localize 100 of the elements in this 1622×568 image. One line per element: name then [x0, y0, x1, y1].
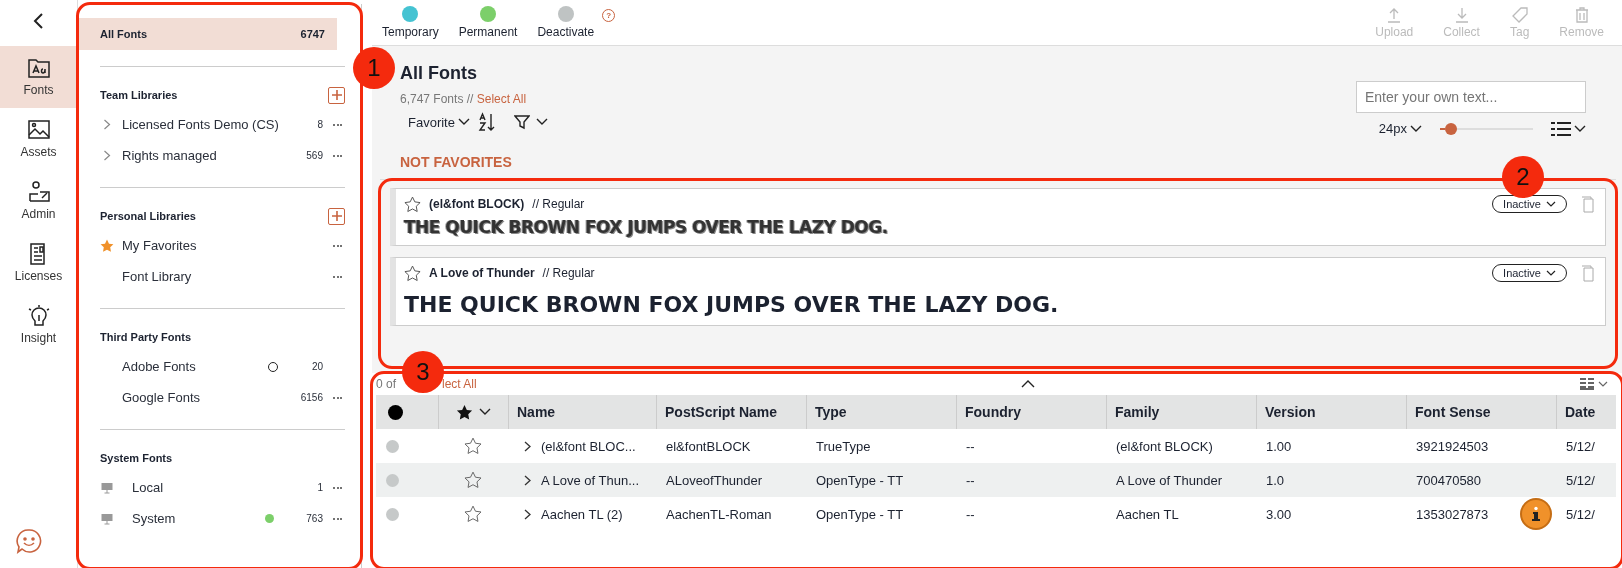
upload-icon	[1386, 6, 1403, 23]
view-dropdown[interactable]	[1551, 121, 1586, 136]
library-item[interactable]: Local 1	[100, 472, 345, 503]
star-icon[interactable]	[464, 471, 482, 489]
table-cell: 1.0	[1266, 472, 1285, 488]
activation-button[interactable]: Temporary	[382, 6, 439, 39]
library-item[interactable]: Licensed Fonts Demo (CS) 8	[100, 109, 345, 140]
filter-icon	[513, 114, 530, 130]
table-row[interactable]: (el&font BLOC... el&fontBLOCK TrueType -- (el&font BLOCK) 1.00 3921924503 5/12/	[376, 429, 1616, 463]
slider-thumb[interactable]	[1444, 122, 1457, 135]
table-cell: AachenTL-Roman	[666, 506, 772, 522]
table-row[interactable]: A Love of Thun... ALoveofThunder OpenType - TT -- A Love of Thunder 1.0 700470580 5/12/	[376, 463, 1616, 497]
all-fonts-item[interactable]: All Fonts 6747	[78, 18, 337, 50]
tag-icon	[1511, 6, 1528, 23]
monitor-icon	[100, 481, 114, 494]
info-icon	[1530, 506, 1542, 522]
table-cell: OpenType - TT	[816, 506, 904, 522]
table-cell: 1.00	[1266, 438, 1292, 454]
table-row[interactable]: Aachen TL (2) AachenTL-Roman OpenType - TT -- Aachen TL 3.00 1353027873 5/12/	[376, 497, 1616, 531]
table-cell: --	[966, 472, 975, 488]
chevron-icon[interactable]	[524, 440, 531, 452]
image-icon	[26, 119, 51, 141]
size-dropdown[interactable]: 24px	[1378, 121, 1422, 136]
font-card[interactable]: (el&font BLOCK) // Regular Inactive THE QUICK BROWN FOX JUMPS OVER THE LAZY DOG.	[390, 188, 1606, 246]
status-column-icon[interactable]	[388, 404, 403, 420]
monitor-icon	[100, 512, 114, 525]
table-cell: el&fontBLOCK	[666, 438, 751, 454]
table-cell: 700470580	[1416, 472, 1482, 488]
section-title: System Fonts	[100, 452, 173, 464]
column-header[interactable]: Foundry	[956, 395, 1106, 429]
table-cell: A Love of Thunder	[1116, 472, 1222, 488]
section-label: NOT FAVORITES	[400, 154, 513, 170]
activation-button[interactable]: Deactivate	[537, 6, 595, 39]
select-all-link[interactable]: lect All	[442, 377, 477, 391]
page-title: All Fonts	[400, 63, 478, 84]
table-cell: 5/12/	[1566, 438, 1595, 454]
caret-icon[interactable]	[479, 408, 491, 416]
table-cell: A Love of Thun...	[541, 472, 640, 488]
add-button[interactable]	[328, 86, 345, 104]
font-count: 6,747 Fonts //	[400, 92, 474, 106]
font-sample: THE QUICK BROWN FOX JUMPS OVER THE LAZY DOG.	[404, 217, 889, 237]
table-cell: OpenType - TT	[816, 472, 904, 488]
back-icon[interactable]	[32, 12, 45, 30]
star-icon[interactable]	[464, 437, 482, 455]
chevron-icon[interactable]	[524, 474, 531, 486]
nav-item[interactable]: Fonts	[0, 46, 77, 108]
feedback-icon[interactable]	[15, 528, 42, 554]
caret-icon	[457, 118, 470, 126]
nav-item[interactable]: Licenses	[0, 232, 77, 294]
table-cell: (el&font BLOC...	[541, 438, 636, 454]
callout-badge: 2	[1502, 156, 1544, 198]
column-header[interactable]: Font Sense	[1406, 395, 1556, 429]
callout-badge: 3	[402, 351, 444, 393]
section-title: Third Party Fonts	[100, 331, 192, 343]
chevron-icon[interactable]	[524, 508, 531, 520]
sample-text-field[interactable]: Enter your own text...	[1356, 81, 1586, 113]
column-header[interactable]: Type	[806, 395, 956, 429]
star-icon[interactable]	[404, 264, 421, 282]
library-item[interactable]: My Favorites	[100, 230, 345, 261]
font-style: // Regular	[532, 197, 585, 211]
add-button[interactable]	[328, 207, 345, 225]
table-cell: TrueType	[816, 438, 871, 454]
section-title: Team Libraries	[100, 89, 178, 101]
library-item[interactable]: System 763	[100, 503, 345, 534]
table-cell: ALoveofThunder	[666, 472, 763, 488]
sort-order-icon[interactable]	[477, 112, 496, 132]
column-header[interactable]: Family	[1106, 395, 1256, 429]
sort-dropdown[interactable]: Favorite	[408, 114, 470, 130]
column-header[interactable]: PostScript Name	[656, 395, 806, 429]
column-header[interactable]: Name	[508, 395, 656, 429]
table-cell: (el&font BLOCK)	[1116, 438, 1213, 454]
library-item[interactable]: Rights managed 569	[100, 140, 345, 171]
library-item[interactable]: Google Fonts 6156	[100, 382, 345, 413]
column-header[interactable]: Date	[1556, 395, 1616, 429]
star-icon[interactable]	[404, 195, 421, 213]
select-all-link[interactable]: Select All	[476, 92, 527, 106]
library-item[interactable]: Font Library	[100, 261, 345, 292]
size-slider[interactable]	[1440, 122, 1533, 135]
collapse-icon[interactable]	[1021, 380, 1036, 388]
activation-button[interactable]: Permanent	[458, 6, 518, 39]
font-card[interactable]: A Love of Thunder // Regular Inactive THE QUICK BROWN FOX JUMPS OVER THE LAZY DOG.	[390, 257, 1606, 326]
nav-item[interactable]: Admin	[0, 170, 77, 232]
table-cell: --	[966, 506, 975, 522]
nav-item[interactable]: Assets	[0, 108, 77, 170]
library-item[interactable]: Adobe Fonts 20	[100, 351, 345, 382]
star-icon[interactable]	[464, 505, 482, 523]
columns-icon[interactable]	[1580, 378, 1610, 390]
info-button[interactable]	[1520, 498, 1552, 530]
table-cell: 3921924503	[1416, 438, 1489, 454]
caret-icon	[535, 118, 548, 126]
font-name: A Love of Thunder	[429, 266, 535, 280]
star-icon[interactable]	[456, 403, 473, 421]
nav-item[interactable]: Insight	[0, 294, 77, 356]
font-name: (el&font BLOCK)	[429, 197, 525, 211]
caret-icon	[1546, 200, 1556, 208]
selection-count: 0 of	[376, 377, 396, 391]
column-header[interactable]: Version	[1256, 395, 1406, 429]
filter-dropdown[interactable]	[513, 114, 548, 130]
table-cell: Aachen TL (2)	[541, 506, 623, 522]
user-edit-icon	[26, 181, 51, 203]
